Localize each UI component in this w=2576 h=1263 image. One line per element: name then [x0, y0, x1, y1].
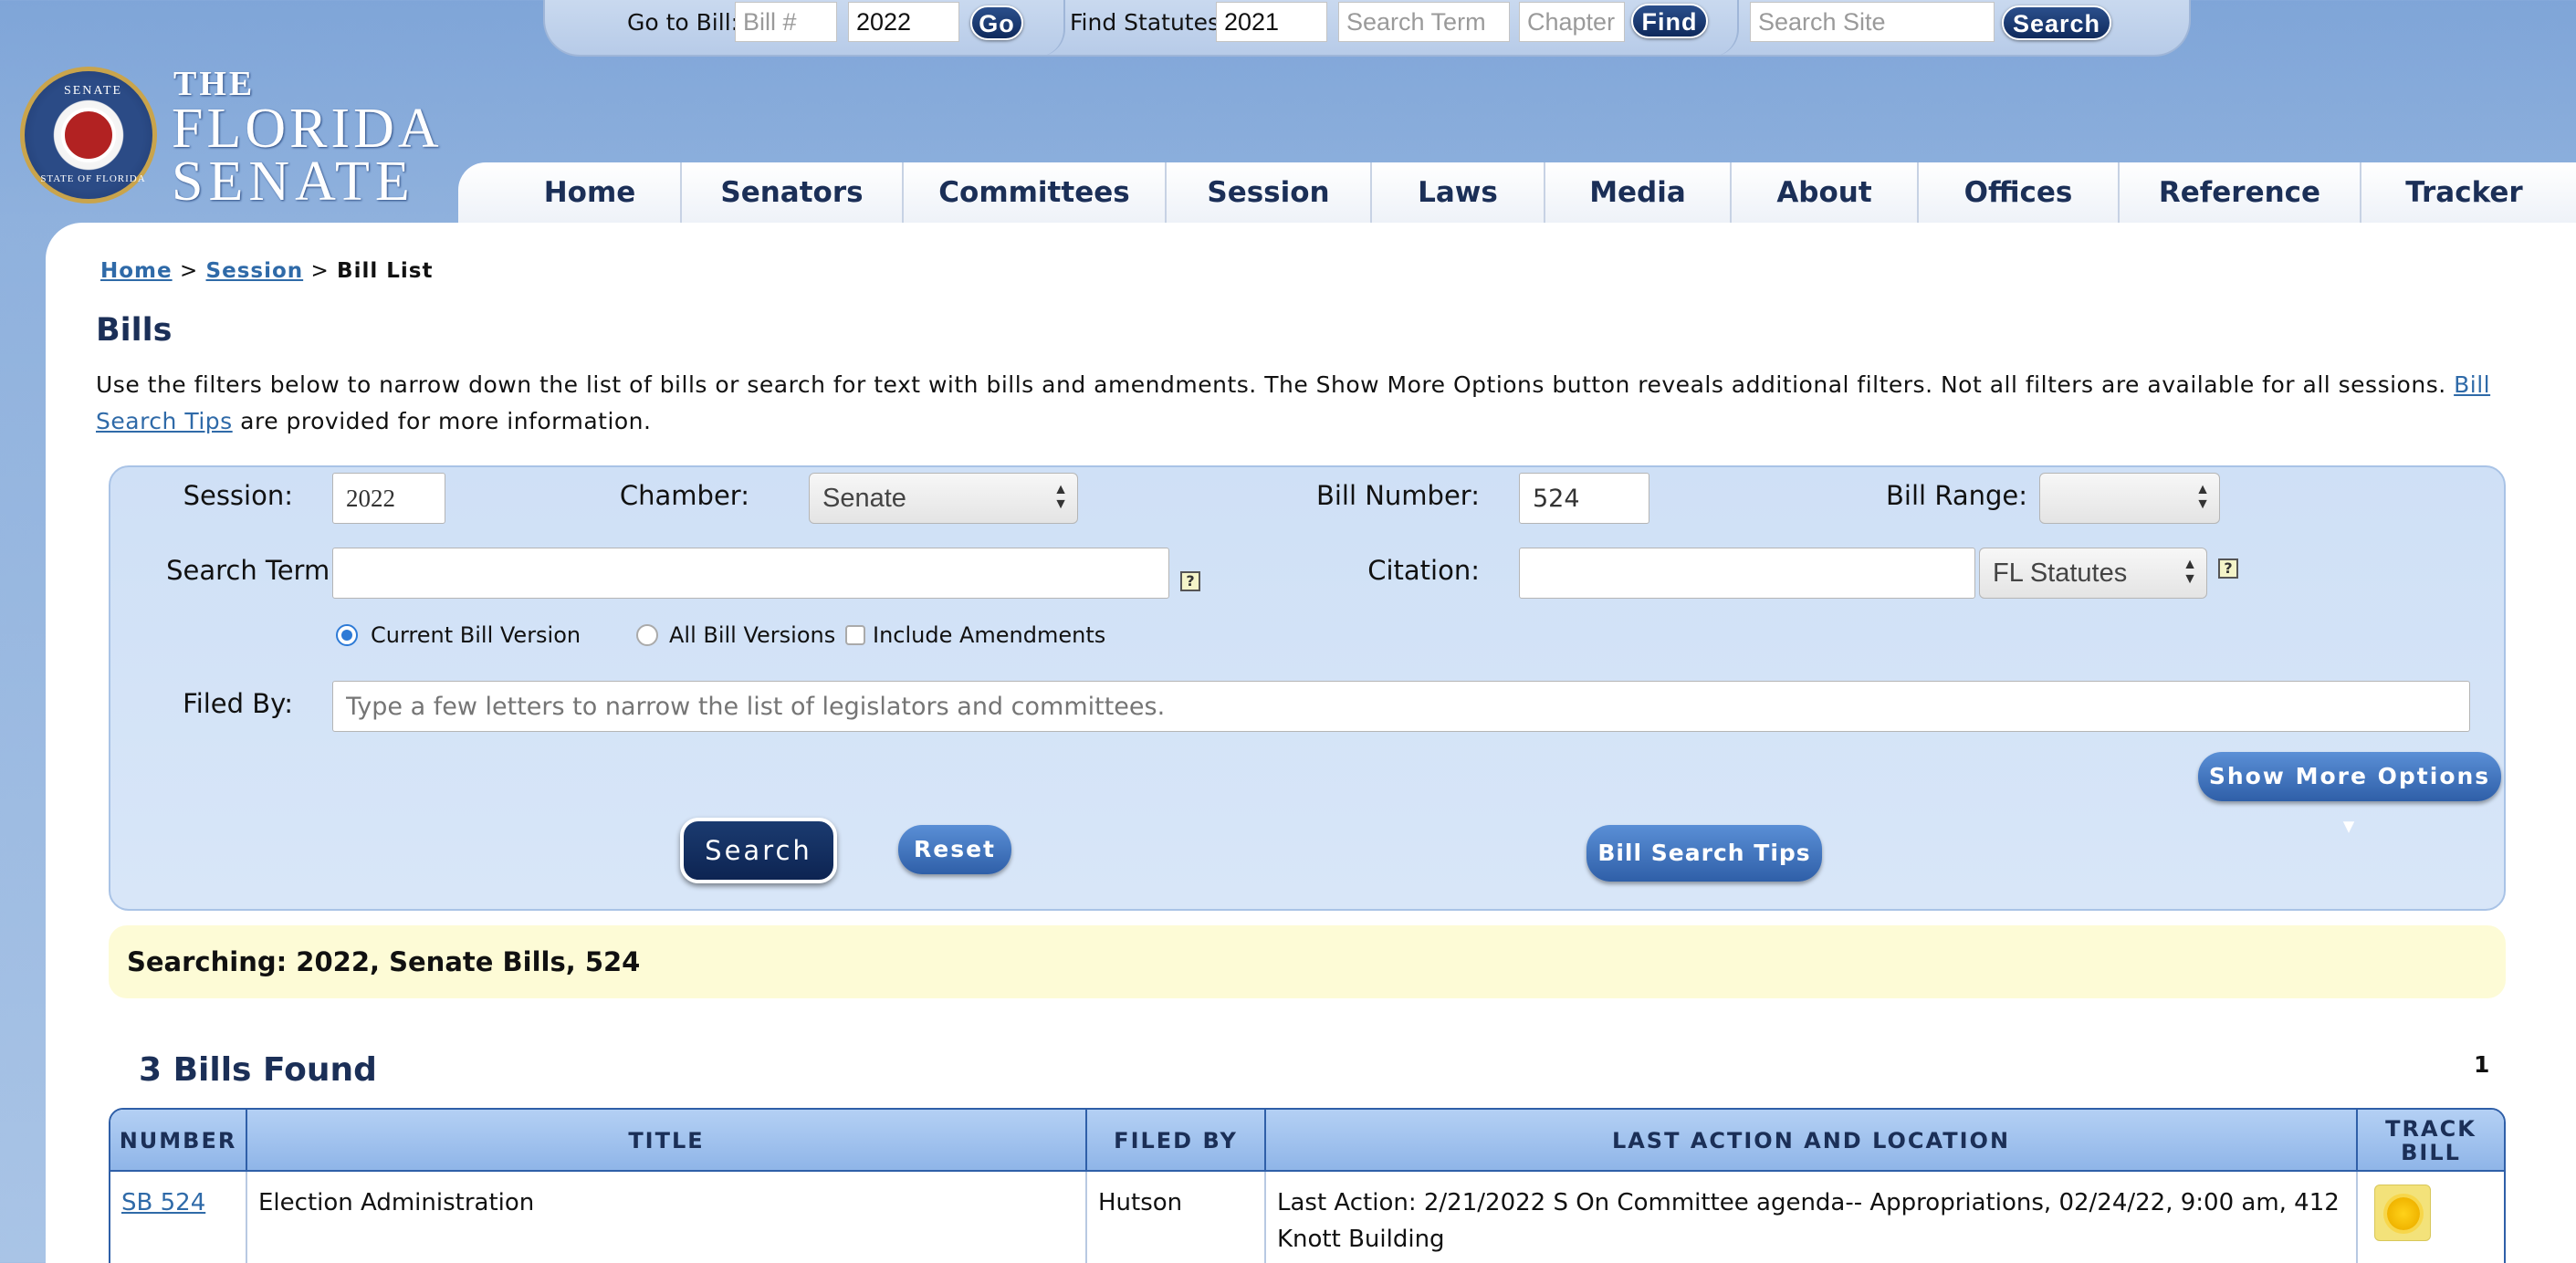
session-label: Session:: [183, 480, 293, 511]
filter-panel: Session: Chamber: Senate ▲▼ Bill Number:…: [109, 465, 2506, 911]
breadcrumb-current: Bill List: [337, 259, 434, 283]
search-status: Searching: 2022, Senate Bills, 524: [109, 925, 2506, 998]
table-header: NUMBER TITLE FILED BY LAST ACTION AND LO…: [110, 1110, 2504, 1172]
include-amendments-label[interactable]: Include Amendments: [873, 622, 1105, 648]
breadcrumb-separator: >: [310, 259, 330, 283]
main-nav: Home Senators Committees Session Laws Me…: [458, 162, 2576, 223]
col-title[interactable]: TITLE: [247, 1110, 1087, 1172]
show-more-options-label: Show More Options: [2208, 763, 2491, 789]
intro-text: Use the filters below to narrow down the…: [96, 367, 2542, 440]
breadcrumb: Home > Session > Bill List: [100, 259, 433, 283]
nav-reference[interactable]: Reference: [2120, 162, 2361, 223]
nav-laws[interactable]: Laws: [1372, 162, 1545, 223]
statute-chapter-input[interactable]: [1519, 2, 1625, 42]
bill-search-tips-button[interactable]: Bill Search Tips: [1586, 825, 1822, 882]
go-button[interactable]: Go: [970, 5, 1023, 40]
bill-number-quick-input[interactable]: [735, 2, 837, 42]
nav-media[interactable]: Media: [1545, 162, 1732, 223]
select-arrows-icon: ▲ ▼: [2195, 482, 2210, 512]
bill-year-quick-input[interactable]: [848, 2, 959, 42]
all-versions-label[interactable]: All Bill Versions: [669, 622, 835, 648]
current-version-radio[interactable]: [336, 624, 358, 646]
filed-by-label: Filed By:: [183, 688, 293, 719]
search-term-label: Search Term:: [166, 555, 339, 586]
site-search-input[interactable]: [1750, 2, 1995, 42]
nav-about[interactable]: About: [1732, 162, 1919, 223]
search-term-input[interactable]: [332, 548, 1169, 599]
chamber-select[interactable]: Senate ▲ ▼: [809, 473, 1078, 524]
citation-type-select-value: FL Statutes: [1993, 558, 2128, 588]
nav-committees[interactable]: Committees: [904, 162, 1167, 223]
search-button[interactable]: Search: [680, 818, 837, 883]
bill-link[interactable]: SB 524: [121, 1189, 205, 1216]
bill-number-label: Bill Number:: [1315, 480, 1480, 511]
intro-tail: are provided for more information.: [240, 408, 652, 434]
all-versions-radio[interactable]: [636, 624, 658, 646]
select-arrows-icon: ▲ ▼: [2183, 557, 2197, 587]
topbar-divider: [1029, 0, 1065, 57]
bill-range-select[interactable]: ▲ ▼: [2039, 473, 2220, 524]
col-filed-by[interactable]: FILED BY: [1087, 1110, 1266, 1172]
page-title: Bills: [96, 312, 173, 349]
table-row-title: Election Administration: [247, 1172, 1087, 1263]
find-statutes-label: Find Statutes:: [1070, 9, 1228, 36]
current-version-label[interactable]: Current Bill Version: [371, 622, 581, 648]
intro-body: Use the filters below to narrow down the…: [96, 371, 2446, 398]
nav-session[interactable]: Session: [1167, 162, 1372, 223]
site-search-button[interactable]: Search: [2002, 5, 2111, 40]
logo-senate[interactable]: SENATE: [172, 150, 415, 214]
citation-help-icon[interactable]: ?: [2218, 558, 2238, 579]
chevron-down-icon: ▾: [2342, 812, 2357, 839]
col-track-bill[interactable]: TRACK BILL: [2358, 1110, 2504, 1172]
reset-button[interactable]: Reset: [898, 825, 1011, 874]
show-more-options-button[interactable]: Show More Options ▾: [2198, 752, 2501, 839]
filed-by-input[interactable]: [332, 681, 2470, 732]
go-to-bill-label: Go to Bill:: [627, 9, 739, 36]
nav-tracker[interactable]: Tracker: [2361, 162, 2567, 223]
chamber-select-value: Senate: [822, 484, 906, 513]
bill-number-input[interactable]: [1519, 473, 1649, 524]
include-amendments-checkbox[interactable]: [845, 625, 865, 645]
topbar-divider: [1702, 0, 1739, 57]
col-number[interactable]: NUMBER: [110, 1110, 247, 1172]
table-row-last-action: Last Action: 2/21/2022 S On Committee ag…: [1266, 1172, 2358, 1263]
nav-senators[interactable]: Senators: [682, 162, 904, 223]
statute-search-term-input[interactable]: [1338, 2, 1510, 42]
page-number-link[interactable]: 1: [2474, 1051, 2489, 1078]
nav-offices[interactable]: Offices: [1919, 162, 2120, 223]
citation-label: Citation:: [1367, 555, 1480, 586]
select-arrows-icon: ▲ ▼: [1053, 482, 1068, 512]
table-row-number: SB 524: [110, 1172, 247, 1263]
table-row-filed-by: Hutson: [1087, 1172, 1266, 1263]
results-count: 3 Bills Found: [139, 1051, 377, 1089]
breadcrumb-home-link[interactable]: Home: [100, 259, 173, 283]
statute-year-input[interactable]: [1216, 2, 1327, 42]
bill-range-label: Bill Range:: [1886, 480, 2027, 511]
bills-table: NUMBER TITLE FILED BY LAST ACTION AND LO…: [109, 1108, 2506, 1263]
breadcrumb-session-link[interactable]: Session: [206, 259, 304, 283]
sun-icon[interactable]: [2374, 1185, 2431, 1241]
citation-input[interactable]: [1519, 548, 1975, 599]
senate-seal-icon[interactable]: SENATE STATE OF FLORIDA: [20, 67, 157, 204]
citation-type-select[interactable]: FL Statutes ▲ ▼: [1979, 548, 2207, 599]
nav-home[interactable]: Home: [499, 162, 682, 223]
search-term-help-icon[interactable]: ?: [1180, 571, 1200, 591]
breadcrumb-separator: >: [179, 259, 199, 283]
col-last-action[interactable]: LAST ACTION AND LOCATION: [1266, 1110, 2358, 1172]
chamber-label: Chamber:: [619, 480, 749, 511]
seal-shield: [61, 108, 116, 162]
content-panel: Home > Session > Bill List Bills Use the…: [46, 223, 2576, 1263]
find-button[interactable]: Find: [1631, 4, 1708, 38]
utility-bar: Go to Bill: Go Find Statutes: Find Searc…: [543, 0, 2191, 57]
table-row-track: [2358, 1172, 2504, 1263]
session-input[interactable]: [332, 473, 445, 524]
